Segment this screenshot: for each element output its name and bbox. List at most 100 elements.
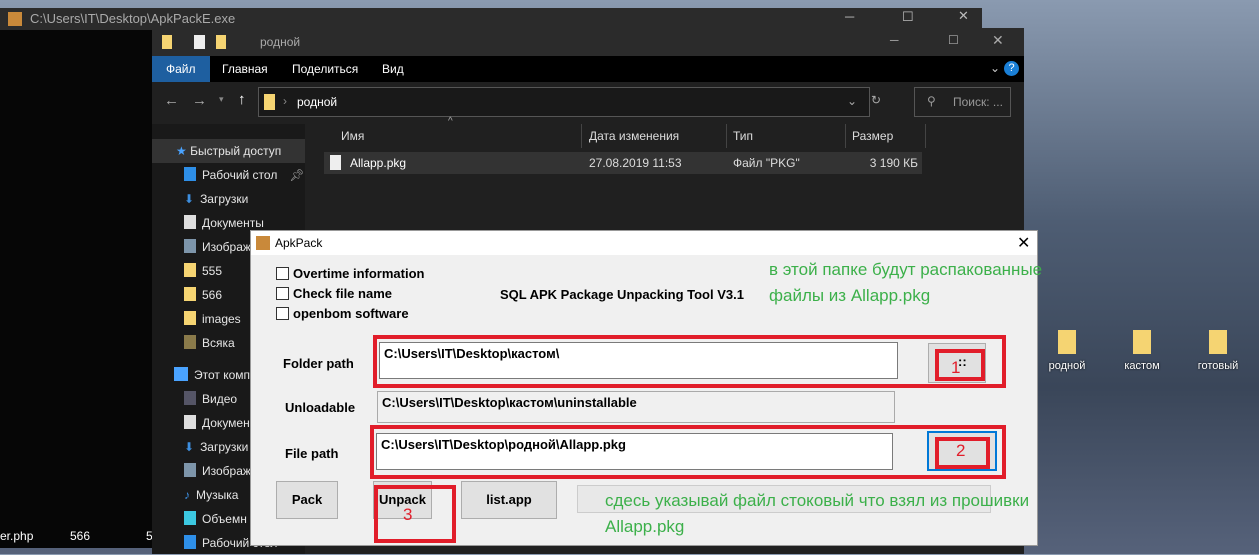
folder-icon xyxy=(184,311,196,325)
folder-path-input[interactable]: C:\Users\IT\Desktop\кастом\ xyxy=(379,342,898,379)
nav-folder-vsyaka[interactable]: Всяка xyxy=(184,331,235,355)
folder-icon xyxy=(1209,330,1227,354)
search-input[interactable]: ⚲ Поиск: ... xyxy=(914,87,1011,117)
tab-share[interactable]: Поделиться xyxy=(278,56,372,82)
address-bar[interactable]: › родной ⌄ ↻ xyxy=(258,87,881,117)
nav-label: Изображ xyxy=(202,464,251,478)
checkbox-check-file-name[interactable] xyxy=(276,287,289,300)
recent-chevron-icon[interactable]: ▾ xyxy=(219,94,224,105)
address-dropdown-icon[interactable]: ⌄ xyxy=(847,94,857,108)
pack-button[interactable]: Pack xyxy=(276,481,338,519)
nav-documents-pc[interactable]: Докумен xyxy=(184,411,250,435)
search-placeholder: Поиск: ... xyxy=(953,95,1003,109)
column-header-type[interactable]: Тип xyxy=(727,124,846,148)
help-icon[interactable]: ? xyxy=(1004,61,1019,76)
properties-icon[interactable] xyxy=(194,35,205,49)
desktop-icon-label[interactable]: er.php xyxy=(0,529,33,543)
tab-view[interactable]: Вид xyxy=(368,56,418,82)
expand-ribbon-icon[interactable]: ⌄ xyxy=(990,61,1000,75)
nav-desktop[interactable]: Рабочий стол 📌︎ xyxy=(184,163,305,187)
desktop-icon-gotovy[interactable]: готовый xyxy=(1188,330,1248,372)
folder-icon xyxy=(184,335,196,349)
nav-3d-objects[interactable]: Объемн xyxy=(184,507,247,531)
explorer-titlebar: родной ─ ☐ ✕ xyxy=(152,28,1024,56)
file-path-input[interactable]: C:\Users\IT\Desktop\родной\Allapp.pkg xyxy=(376,433,893,470)
checkbox-label: openbom software xyxy=(293,306,409,321)
picture-icon xyxy=(184,239,196,253)
file-name: Allapp.pkg xyxy=(350,156,407,170)
desktop-icon-kastom[interactable]: кастом xyxy=(1112,330,1172,372)
annotation-number: 3 xyxy=(403,505,413,524)
new-folder-icon[interactable] xyxy=(216,35,226,49)
nav-quick-access[interactable]: ★ Быстрый доступ xyxy=(176,139,281,163)
file-date: 27.08.2019 11:53 xyxy=(589,156,682,170)
nav-folder-566[interactable]: 566 xyxy=(184,283,222,307)
up-icon[interactable]: ↑ xyxy=(238,91,246,108)
nav-label: Всяка xyxy=(202,336,235,350)
file-row[interactable]: Allapp.pkg 27.08.2019 11:53 Файл "PKG" 3… xyxy=(324,152,922,174)
nav-this-pc[interactable]: Этот комп xyxy=(174,363,250,387)
forward-icon[interactable]: → xyxy=(192,92,207,109)
document-icon xyxy=(184,415,196,429)
column-header-size[interactable]: Размер xyxy=(846,124,926,148)
close-button[interactable]: ✕ xyxy=(1017,233,1030,253)
nav-downloads[interactable]: ⬇ Загрузки xyxy=(184,187,248,211)
nav-label: Видео xyxy=(202,392,238,406)
tab-file[interactable]: Файл xyxy=(152,56,210,82)
nav-label: Музыка xyxy=(196,488,239,502)
tab-home[interactable]: Главная xyxy=(208,56,282,82)
desktop-icon-rodnoy[interactable]: родной xyxy=(1037,330,1097,372)
ribbon-tabs: Файл Главная Поделиться Вид ⌄ ? xyxy=(152,56,1024,82)
app-icon xyxy=(256,236,270,250)
checkbox-label: Overtime information xyxy=(293,266,425,281)
nav-label: 566 xyxy=(202,288,223,302)
checkbox-openbom[interactable] xyxy=(276,307,289,320)
nav-label: 555 xyxy=(202,264,223,278)
desktop-icon-label[interactable]: 566 xyxy=(70,529,90,543)
desktop-icon xyxy=(184,535,196,549)
nav-downloads-pc[interactable]: ⬇ Загрузки xyxy=(184,435,248,459)
nav-music[interactable]: ♪ Музыка xyxy=(184,483,238,507)
nav-folder-images[interactable]: images xyxy=(184,307,241,331)
app-icon xyxy=(8,12,22,26)
window-title: C:\Users\IT\Desktop\ApkPackE.exe xyxy=(30,11,236,26)
nav-label: images xyxy=(202,312,241,326)
tool-name: SQL APK Package Unpacking Tool V3.1 xyxy=(500,287,744,302)
computer-icon xyxy=(174,367,188,381)
annotation-note: файлы из Allapp.pkg xyxy=(769,286,931,305)
file-path-label: File path xyxy=(285,446,339,461)
music-icon: ♪ xyxy=(184,488,190,502)
dialog-title: ApkPack xyxy=(275,236,323,250)
document-icon xyxy=(184,215,196,229)
unloadable-field[interactable]: C:\Users\IT\Desktop\кастом\uninstallable xyxy=(377,391,895,423)
download-icon: ⬇ xyxy=(184,192,195,206)
file-icon xyxy=(330,155,341,170)
nav-label: Загрузки xyxy=(200,192,249,206)
nav-video[interactable]: Видео xyxy=(184,387,237,411)
picture-icon xyxy=(184,463,196,477)
nav-pictures[interactable]: Изображ xyxy=(184,235,251,259)
minimize-button[interactable]: ─ xyxy=(845,9,854,24)
back-icon[interactable]: ← xyxy=(164,92,179,109)
maximize-button[interactable]: ☐ xyxy=(902,9,914,25)
nav-label: Загрузки xyxy=(200,440,249,454)
minimize-button[interactable]: ─ xyxy=(890,33,899,47)
refresh-icon[interactable]: ↻ xyxy=(871,93,881,107)
column-header-name[interactable]: Имя xyxy=(335,124,582,148)
nav-label: Изображ xyxy=(202,240,251,254)
nav-folder-555[interactable]: 555 xyxy=(184,259,222,283)
breadcrumb[interactable]: родной xyxy=(297,95,337,109)
nav-pictures-pc[interactable]: Изображ xyxy=(184,459,251,483)
list-app-button[interactable]: list.app xyxy=(461,481,557,519)
maximize-button[interactable]: ☐ xyxy=(948,33,959,47)
close-button[interactable]: ✕ xyxy=(992,32,1004,49)
checkbox-label: Check file name xyxy=(293,286,392,301)
column-header-date[interactable]: Дата изменения xyxy=(583,124,727,148)
folder-icon xyxy=(1058,330,1076,354)
annotation-note: Allapp.pkg xyxy=(605,517,685,536)
close-button[interactable]: ✕ xyxy=(958,8,969,24)
nav-label: Быстрый доступ xyxy=(190,144,282,158)
checkbox-overtime[interactable] xyxy=(276,267,289,280)
nav-label: Объемн xyxy=(202,512,247,526)
folder-icon xyxy=(1133,330,1151,354)
